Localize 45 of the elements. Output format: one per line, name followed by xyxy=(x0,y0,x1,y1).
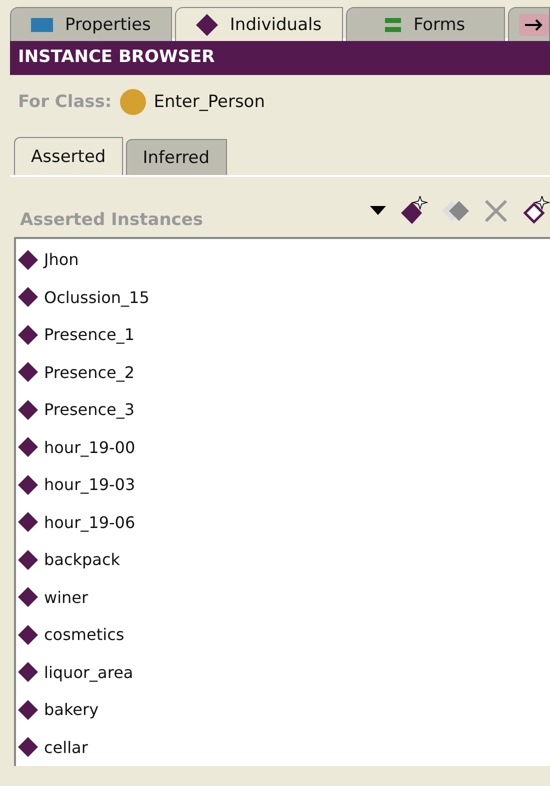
instance-item[interactable]: winer xyxy=(44,588,88,607)
instance-item[interactable]: liquor_area xyxy=(44,662,134,682)
add-annotation-button[interactable] xyxy=(522,196,550,226)
instance-item[interactable]: Presence_2 xyxy=(44,362,135,382)
instance-item[interactable]: cosmetics xyxy=(44,625,124,644)
diamond-icon xyxy=(18,624,38,645)
tab[interactable]: Individuals xyxy=(174,7,343,41)
subtab[interactable]: Inferred xyxy=(126,139,227,175)
diamond-icon xyxy=(18,662,38,682)
diamond-icon xyxy=(18,587,38,608)
diamond-icon xyxy=(196,14,218,36)
subtab[interactable]: Asserted xyxy=(14,137,123,175)
diamond-icon xyxy=(18,474,38,495)
create-instance-button[interactable] xyxy=(400,196,428,226)
diamond-icon xyxy=(18,512,38,532)
instance-item[interactable]: Oclussion_15 xyxy=(44,288,150,307)
list-header: Asserted Instances xyxy=(20,210,204,230)
diamond-icon xyxy=(18,700,38,720)
instance-item[interactable]: backpack xyxy=(44,550,120,570)
instance-item[interactable]: hour_19-03 xyxy=(44,475,136,494)
form-icon xyxy=(385,18,402,32)
for-class-label: For Class: xyxy=(18,92,112,112)
panel-title: INSTANCE BROWSER xyxy=(10,41,550,75)
instance-item[interactable]: Presence_1 xyxy=(44,325,135,344)
tab[interactable]: Forms xyxy=(346,7,505,41)
diamond-icon xyxy=(18,362,38,382)
diamond-icon xyxy=(18,550,38,570)
instance-item[interactable]: Presence_3 xyxy=(44,400,135,420)
dropdown-caret-button[interactable] xyxy=(370,206,386,216)
instance-item[interactable]: Jhon xyxy=(44,250,79,270)
tab[interactable]: Properties xyxy=(10,7,172,41)
diamond-icon xyxy=(18,324,38,345)
class-name: Enter_Person xyxy=(154,92,265,112)
diamond-icon xyxy=(18,250,38,270)
diamond-icon xyxy=(18,737,38,758)
diamond-icon xyxy=(18,287,38,308)
rectangle-icon xyxy=(31,18,53,32)
instance-item[interactable]: hour_19-00 xyxy=(44,438,136,457)
instance-item[interactable]: bakery xyxy=(44,700,99,720)
class-circle-icon xyxy=(120,89,146,115)
instance-item[interactable]: cellar xyxy=(44,738,88,757)
instance-item[interactable]: hour_19-06 xyxy=(44,512,136,532)
tab[interactable] xyxy=(508,7,550,41)
diamond-icon xyxy=(18,437,38,458)
diamond-icon xyxy=(18,400,38,420)
